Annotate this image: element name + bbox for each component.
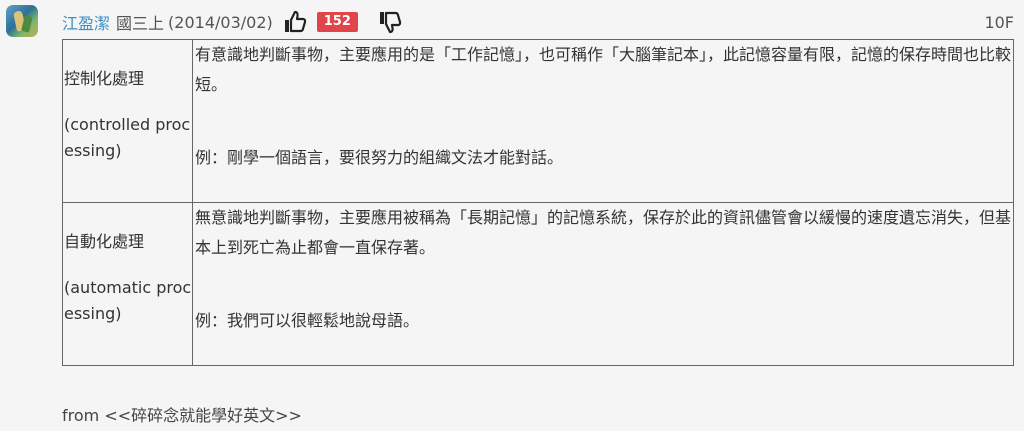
term-cell: 控制化處理 (controlled processing) — [62, 39, 193, 203]
description-cell: 有意識地判斷事物，主要應用的是「工作記憶」，也可稱作「大腦筆記本」，此記憶容量有… — [192, 39, 1014, 203]
term-english: (controlled processing) — [64, 115, 191, 160]
author-name-link[interactable]: 江盈潔 — [62, 10, 110, 34]
table-row: 控制化處理 (controlled processing) 有意識地判斷事物，主… — [62, 39, 1014, 203]
description-text: 有意識地判斷事物，主要應用的是「工作記憶」，也可稱作「大腦筆記本」，此記憶容量有… — [195, 45, 1012, 94]
term-chinese: 控制化處理 — [64, 69, 145, 88]
example-text: 例：我們可以很輕鬆地說母語。 — [195, 311, 420, 330]
term-chinese: 自動化處理 — [64, 232, 145, 251]
example-text: 例：剛學一個語言，要很努力的組織文法才能對話。 — [195, 148, 564, 167]
source-citation: from <<碎碎念就能學好英文>> — [62, 406, 302, 425]
post-date: (2014/03/02) — [168, 12, 273, 32]
table-row: 自動化處理 (automatic processing) 無意識地判斷事物，主要… — [62, 202, 1014, 366]
description-text: 無意識地判斷事物，主要應用被稱為「長期記憶」的記憶系統，保存於此的資訊儘管會以緩… — [195, 208, 1012, 257]
term-cell: 自動化處理 (automatic processing) — [62, 202, 193, 366]
description-cell: 無意識地判斷事物，主要應用被稱為「長期記憶」的記憶系統，保存於此的資訊儘管會以緩… — [192, 202, 1014, 366]
thumbs-down-icon[interactable] — [376, 9, 404, 35]
like-count-badge: 152 — [316, 12, 358, 32]
floor-number: 10F — [984, 12, 1014, 32]
post-header: 江盈潔 國三上 (2014/03/02) 152 10F — [62, 8, 1014, 36]
comparison-table: 控制化處理 (controlled processing) 有意識地判斷事物，主… — [62, 39, 1014, 366]
comment-post: 江盈潔 國三上 (2014/03/02) 152 10F 控制化處理 (cont… — [0, 0, 1024, 431]
user-avatar[interactable] — [6, 5, 38, 37]
term-english: (automatic processing) — [64, 278, 192, 323]
author-grade: 國三上 — [116, 14, 165, 33]
thumbs-up-icon[interactable] — [281, 9, 309, 35]
